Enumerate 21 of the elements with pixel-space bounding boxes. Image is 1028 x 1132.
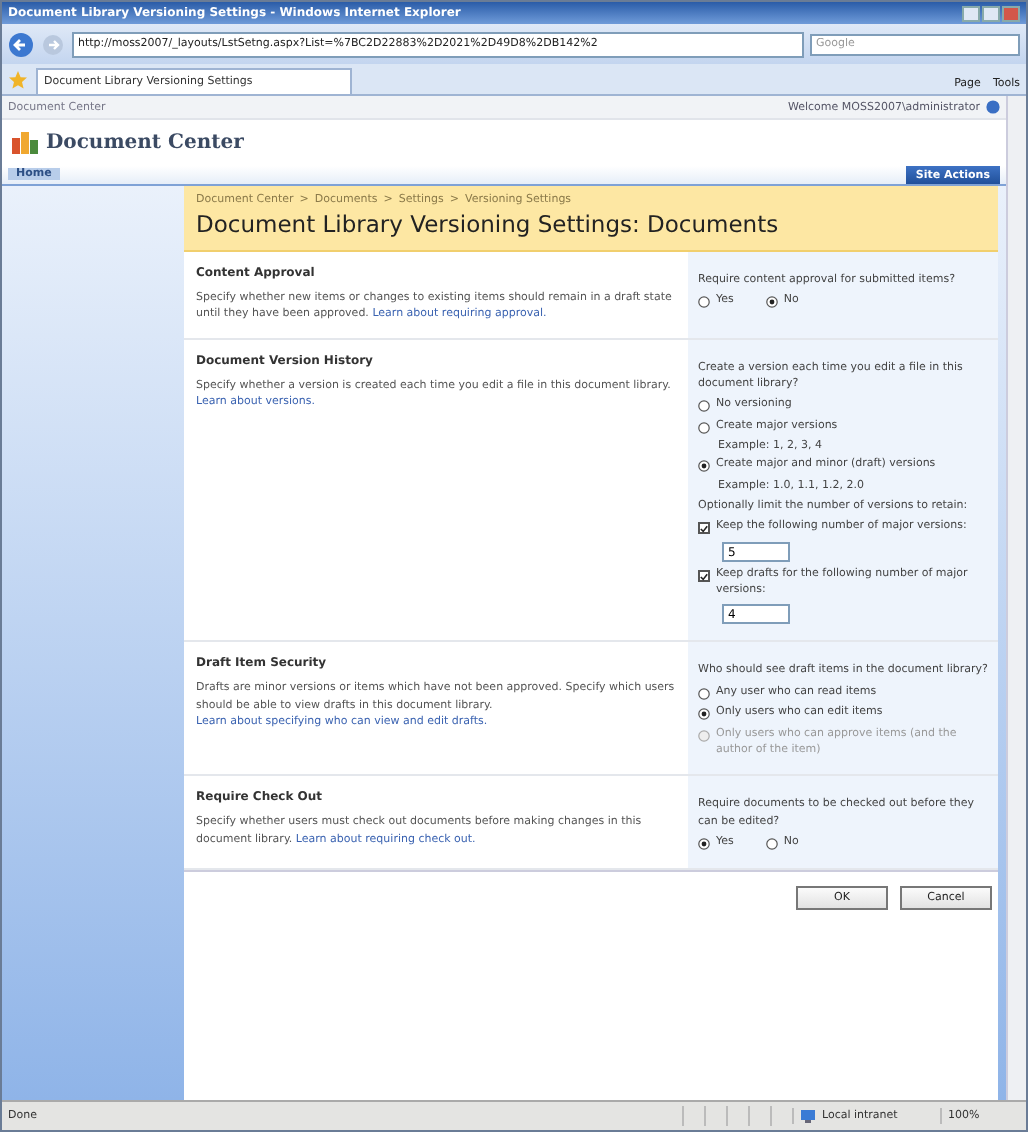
site-title: Document Center bbox=[46, 132, 244, 154]
back-icon[interactable] bbox=[8, 31, 34, 57]
radio-button[interactable] bbox=[698, 296, 710, 309]
radio-button[interactable] bbox=[698, 400, 710, 412]
radio-button[interactable] bbox=[698, 421, 710, 434]
scrollbar[interactable] bbox=[1006, 96, 1026, 1100]
radio-button[interactable] bbox=[765, 296, 778, 309]
help-icon[interactable] bbox=[986, 100, 1000, 114]
minimize-button[interactable] bbox=[962, 5, 980, 21]
radio-button[interactable] bbox=[698, 837, 710, 850]
logo-icon bbox=[12, 132, 38, 154]
checkbox[interactable] bbox=[698, 522, 710, 535]
star-icon[interactable] bbox=[8, 70, 28, 90]
checkbox[interactable] bbox=[698, 570, 710, 582]
radio-button[interactable] bbox=[765, 837, 778, 850]
maximize-button[interactable] bbox=[982, 5, 1000, 21]
network-icon bbox=[800, 1108, 816, 1124]
radio-button[interactable] bbox=[698, 687, 710, 700]
radio-button[interactable] bbox=[698, 708, 710, 721]
radio-button[interactable] bbox=[698, 460, 710, 473]
page-title: Document Library Versioning Settings: Documents bbox=[196, 210, 781, 238]
